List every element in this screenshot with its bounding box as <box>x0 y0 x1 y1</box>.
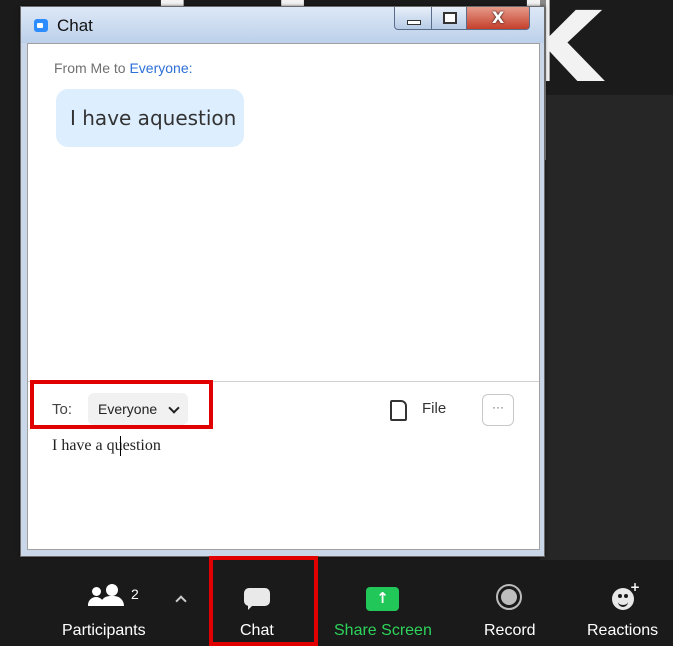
file-button[interactable]: File <box>384 393 464 425</box>
text-caret <box>120 436 121 456</box>
more-options-button[interactable]: ··· <box>482 394 514 426</box>
participants-icon[interactable] <box>88 584 128 606</box>
file-label: File <box>422 400 447 417</box>
participants-button[interactable]: Participants <box>62 622 146 640</box>
message-sender: From Me to <box>54 60 130 76</box>
highlight-chat-box <box>209 556 318 646</box>
reactions-plus-icon: + <box>630 580 641 594</box>
message-text: I have aquestion <box>70 106 237 130</box>
highlight-recipient-box <box>30 380 213 429</box>
maximize-button[interactable] <box>431 7 467 30</box>
share-screen-icon[interactable]: ↑ <box>366 587 399 611</box>
window-title: Chat <box>57 16 93 35</box>
share-screen-button[interactable]: Share Screen <box>334 622 432 640</box>
participants-count: 2 <box>131 586 139 602</box>
close-button[interactable]: X <box>466 7 530 30</box>
meeting-toolbar: 2 Participants Chat ↑ Share Screen Recor… <box>0 560 673 646</box>
file-icon <box>390 400 407 421</box>
message-header: From Me to Everyone: <box>54 60 193 76</box>
message-input[interactable]: I have a question <box>52 437 161 455</box>
zoom-app-icon <box>34 19 48 32</box>
chat-window: Chat X From Me to Everyone: I have aques… <box>20 6 545 557</box>
close-icon: X <box>491 8 505 27</box>
minimize-button[interactable] <box>394 7 432 30</box>
window-titlebar[interactable]: Chat X <box>21 7 544 43</box>
more-icon: ··· <box>492 400 504 414</box>
chevron-up-icon[interactable] <box>175 595 187 607</box>
chat-panel: From Me to Everyone: I have aquestion To… <box>27 43 540 550</box>
reactions-button[interactable]: Reactions <box>587 622 658 640</box>
record-button[interactable]: Record <box>484 622 536 640</box>
message-bubble[interactable]: I have aquestion <box>56 89 244 147</box>
message-recipient-link[interactable]: Everyone: <box>129 60 192 76</box>
record-icon[interactable] <box>496 584 522 610</box>
